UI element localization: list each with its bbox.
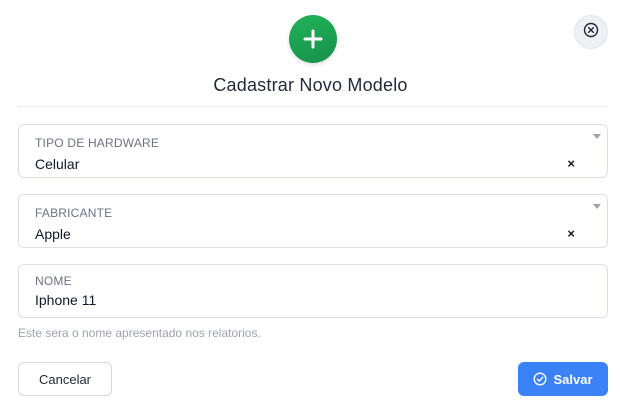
hardware-type-caret-icon[interactable] bbox=[593, 134, 601, 139]
new-model-modal: Cadastrar Novo Modelo TIPO DE HARDWARE C… bbox=[0, 0, 621, 410]
hardware-type-clear-icon[interactable]: × bbox=[567, 157, 575, 171]
manufacturer-label: FABRICANTE bbox=[35, 206, 113, 220]
manufacturer-value: Apple bbox=[35, 226, 71, 242]
divider bbox=[18, 106, 608, 107]
name-input[interactable]: NOME Iphone 11 bbox=[18, 264, 608, 318]
manufacturer-clear-icon[interactable]: × bbox=[567, 227, 575, 241]
save-button[interactable]: Salvar bbox=[518, 362, 608, 396]
hardware-type-select[interactable]: TIPO DE HARDWARE Celular × bbox=[18, 124, 608, 178]
manufacturer-select[interactable]: FABRICANTE Apple × bbox=[18, 194, 608, 248]
cancel-button[interactable]: Cancelar bbox=[18, 362, 112, 396]
modal-title: Cadastrar Novo Modelo bbox=[213, 75, 408, 95]
manufacturer-caret-icon[interactable] bbox=[593, 204, 601, 209]
cancel-button-label: Cancelar bbox=[38, 371, 92, 387]
close-circle-icon bbox=[583, 22, 599, 43]
plus-icon bbox=[289, 15, 337, 63]
name-label: NOME bbox=[35, 274, 72, 288]
close-button[interactable] bbox=[574, 15, 608, 49]
save-button-label: Salvar bbox=[553, 371, 593, 387]
name-value[interactable]: Iphone 11 bbox=[35, 292, 96, 308]
hardware-type-value: Celular bbox=[35, 156, 80, 172]
name-hint: Este sera o nome apresentado nos relator… bbox=[18, 326, 261, 340]
hardware-type-label: TIPO DE HARDWARE bbox=[35, 136, 160, 150]
check-circle-icon bbox=[533, 372, 547, 386]
